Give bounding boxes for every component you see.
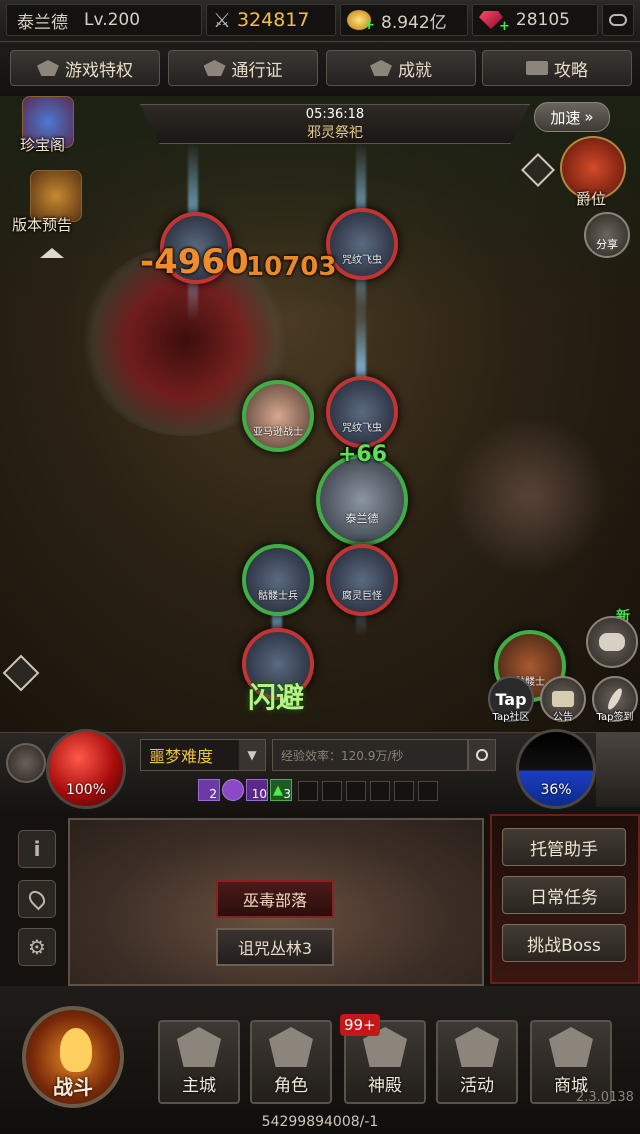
hud-bar: 100% 36% 噩梦难度 ▼ 经验效率：120.9万/秒 2 10 ▲ 3 [0, 729, 640, 812]
empty-buff-slot [394, 781, 414, 801]
event-timer: 05:36:18 [305, 107, 365, 122]
gem-plus-icon: + [499, 18, 510, 34]
player-unit[interactable]: 泰兰德 [316, 454, 408, 546]
enemy-unit[interactable]: 咒纹飞虫 [326, 208, 398, 280]
bottom-nav: 战斗 主城 角色 神殿 99+ 活动 商城 2.3.0138 542998940… [0, 986, 640, 1134]
trophy-icon [370, 60, 392, 76]
hp-orb: 100% [46, 729, 126, 809]
up-arrow-icon: ▲ [273, 783, 283, 798]
damage-number: 10703 [246, 252, 337, 282]
buff-slot[interactable]: 2 [198, 779, 220, 801]
nav-main-city[interactable]: 主城 [158, 1020, 240, 1104]
double-chevron-icon: » [584, 108, 594, 126]
tab-game-privilege[interactable]: 游戏特权 [10, 50, 160, 86]
battle-button[interactable]: 战斗 [22, 1006, 124, 1108]
empty-buff-slot [370, 781, 390, 801]
chat-button[interactable] [586, 616, 638, 668]
buff-slot[interactable] [222, 779, 244, 801]
chat-menu-button[interactable] [602, 4, 634, 36]
castle-icon [177, 1027, 221, 1067]
green-spirit-effect [450, 416, 610, 576]
share-button[interactable]: 分享 [584, 212, 630, 258]
zone-cursed-jungle[interactable]: 诅咒丛林3 [216, 928, 334, 966]
search-icon [476, 749, 488, 761]
heal-number: +66 [338, 442, 388, 467]
damage-number: -4960 [140, 242, 249, 282]
empty-buff-slot [418, 781, 438, 801]
rank-label: 爵位 [576, 190, 607, 208]
gem-counter[interactable]: + 28105 [472, 4, 598, 36]
empty-buff-slot [346, 781, 366, 801]
gear-icon: ⚙ [28, 935, 46, 959]
challenge-boss-button[interactable]: 挑战Boss [502, 924, 626, 962]
book-icon [526, 61, 548, 75]
demon-icon [455, 1027, 499, 1067]
gem-icon [37, 60, 59, 76]
tab-guide[interactable]: 攻略 [482, 50, 632, 86]
mp-percent: 36% [540, 782, 572, 798]
difficulty-select[interactable]: 噩梦难度 ▼ [140, 739, 266, 771]
enemy-unit[interactable]: 腐灵巨怪 [326, 544, 398, 616]
dodge-text: 闪避 [248, 681, 305, 714]
version-preview-label: 版本预告 [12, 216, 73, 234]
tap-logo: Tap [495, 689, 527, 709]
ally-unit[interactable]: 骷髅士兵 [242, 544, 314, 616]
settings-button[interactable]: ⚙ [18, 928, 56, 966]
zone-voodoo-tribe[interactable]: 巫毒部落 [216, 880, 334, 918]
menu-icon [609, 14, 627, 26]
pet-icon[interactable] [6, 743, 46, 783]
enemy-unit[interactable]: 咒纹飞虫 [326, 376, 398, 448]
auto-assist-button[interactable]: 托管助手 [502, 828, 626, 866]
diamond-icon [549, 1027, 593, 1067]
location-button[interactable] [18, 880, 56, 918]
share-label: 分享 [596, 238, 618, 251]
exp-rate: 经验效率：120.9万/秒 [272, 739, 468, 771]
player-level: Lv.200 [84, 10, 141, 30]
daily-tasks-button[interactable]: 日常任务 [502, 876, 626, 914]
buff-slot[interactable]: 10 [246, 779, 268, 801]
top-status-bar: 泰兰德 Lv.200 ⚔ 324817 + 8.942亿 + 28105 [0, 0, 640, 42]
combat-power: ⚔ 324817 [206, 4, 336, 36]
mp-orb: 36% [516, 729, 596, 809]
notification-badge: 99+ [340, 1014, 380, 1036]
empty-buff-slot [298, 781, 318, 801]
tab-battle-pass[interactable]: 通行证 [168, 50, 318, 86]
gargoyle-ornament [596, 733, 640, 807]
crown-icon [203, 60, 226, 76]
tap-checkin-label: Tap签到 [596, 712, 634, 723]
nav-events[interactable]: 活动 [436, 1020, 518, 1104]
event-name: 邪灵祭祀 [307, 125, 363, 141]
info-panel: i ⚙ 巫毒部落 诅咒丛林3 托管助手 日常任务 挑战Boss [0, 812, 640, 986]
speed-up-button[interactable]: 加速» [534, 102, 610, 132]
search-button[interactable] [468, 739, 496, 771]
hp-percent: 100% [65, 782, 107, 798]
gold-counter[interactable]: + 8.942亿 [340, 4, 468, 36]
ally-unit[interactable]: 亚马逊战士 [242, 380, 314, 452]
nav-character[interactable]: 角色 [250, 1020, 332, 1104]
player-info[interactable]: 泰兰德 Lv.200 [6, 4, 202, 36]
scroll-icon [552, 691, 574, 707]
chevron-down-icon: ▼ [239, 740, 265, 770]
player-name: 泰兰德 [17, 12, 68, 33]
info-icon: i [33, 837, 41, 861]
map-pin-icon [25, 887, 49, 911]
gold-coin-icon: + [347, 10, 375, 33]
feature-tabs: 游戏特权 通行证 成就 攻略 [0, 42, 640, 96]
footer-counter: 54299894008/-1 [261, 1114, 379, 1130]
event-banner: 05:36:18 邪灵祭祀 [140, 104, 530, 144]
empty-buff-slot [322, 781, 342, 801]
tab-achievement[interactable]: 成就 [326, 50, 476, 86]
collapse-arrow-icon[interactable] [40, 248, 64, 258]
info-button[interactable]: i [18, 830, 56, 868]
flame-icon [60, 1028, 92, 1072]
battlefield[interactable]: 05:36:18 邪灵祭祀 珍宝阁 版本预告 加速» 爵位 分享 咒纹飞虫 亚马… [0, 96, 640, 736]
crossed-swords-icon: ⚔ [213, 8, 231, 32]
buff-slot[interactable]: ▲ 3 [270, 779, 292, 801]
helmet-icon [269, 1027, 313, 1067]
speech-bubble-icon [599, 633, 625, 651]
version-label: 2.3.0138 [576, 1090, 634, 1105]
treasure-label: 珍宝阁 [20, 136, 66, 154]
left-arrow-button[interactable] [2, 654, 40, 692]
